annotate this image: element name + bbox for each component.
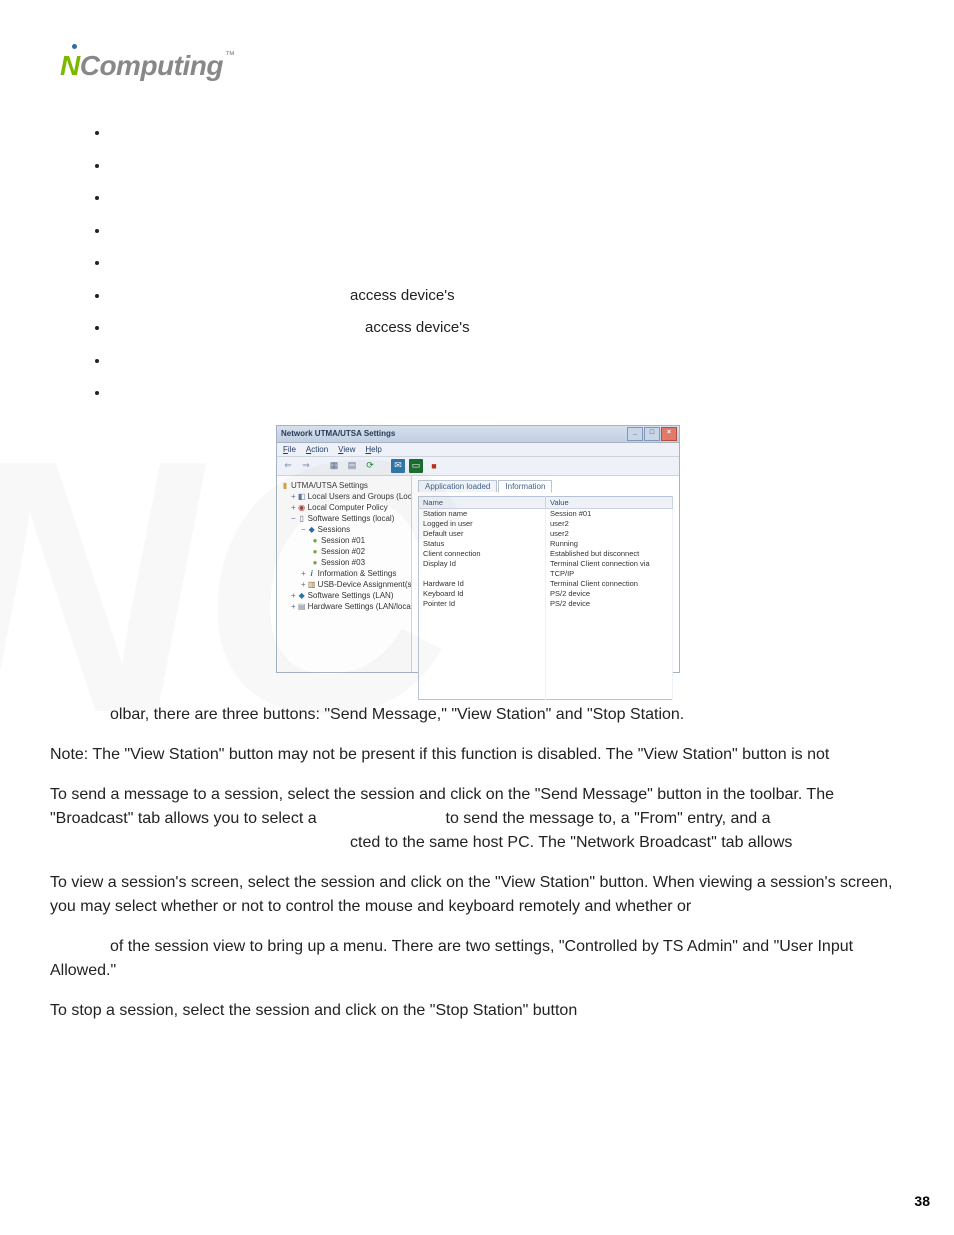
tree-root[interactable]: UTMA/UTSA Settings [291,481,368,490]
menu-view[interactable]: View [338,445,355,454]
brand-n: N [60,50,80,81]
window-title: Network UTMA/UTSA Settings [281,429,395,438]
tree-swlan[interactable]: Software Settings (LAN) [308,591,394,600]
tree-sess3[interactable]: Session #03 [321,558,365,567]
forward-icon[interactable]: ⇒ [299,459,313,473]
tree-info[interactable]: Information & Settings [318,569,397,578]
page-number: 38 [914,1193,930,1209]
maximize-button[interactable]: □ [644,427,660,441]
brand-rest: Computing [80,50,223,81]
hw-icon: ▤ [298,601,306,612]
row-name: Hardware Id [419,579,546,589]
brand-tm: ™ [225,50,235,61]
col-name: Name [419,496,546,508]
info-icon: i [308,568,316,579]
row-name: Keyboard Id [419,589,546,599]
session-icon: ● [311,557,319,568]
expand-icon[interactable]: + [291,492,296,501]
menu-action[interactable]: Action [306,445,328,454]
tab-app-loaded[interactable]: Application loaded [418,480,497,492]
para-note: Note: The "View Station" button may not … [50,743,904,767]
para-view-station: To view a session's screen, select the s… [50,871,904,919]
feature-bullets: access device's access device's [110,122,904,405]
menu-bar: File Action View Help [277,443,679,457]
tree-sess1[interactable]: Session #01 [321,536,365,545]
expand-icon[interactable]: + [301,569,306,578]
bullet-6: access device's [110,317,904,340]
doc-icon: ▯ [298,513,306,524]
policy-icon: ◉ [298,502,306,513]
session-icon: ● [311,535,319,546]
expand-icon[interactable]: + [291,503,296,512]
expand-icon[interactable]: + [301,580,306,589]
embedded-screenshot: Network UTMA/UTSA Settings _ □ × File Ac… [276,425,678,673]
back-icon[interactable]: ⇐ [281,459,295,473]
usb-icon: ▥ [308,579,316,590]
row-value: Terminal Client connection [546,579,673,589]
tree-policy[interactable]: Local Computer Policy [308,503,388,512]
group-icon: ◧ [298,491,306,502]
row-value: user2 [546,529,673,539]
bullet-1 [110,155,904,178]
col-value: Value [546,496,673,508]
menu-file[interactable]: File [283,445,296,454]
para-stop-station: To stop a session, select the session an… [50,999,904,1023]
nav-tree: ▮UTMA/UTSA Settings +◧Local Users and Gr… [277,476,412,672]
row-name: Status [419,539,546,549]
bullet-7 [110,350,904,373]
tree-users[interactable]: Local Users and Groups (Local) [308,492,412,501]
view-station-button[interactable]: ▭ [409,459,423,473]
toolbar-icon-1[interactable]: ▦ [327,459,341,473]
toolbar-icon-2[interactable]: ▤ [345,459,359,473]
tree-swset[interactable]: Software Settings (local) [308,514,395,523]
expand-icon[interactable]: + [291,602,296,611]
tree-sessions[interactable]: Sessions [318,525,350,534]
bullet-2 [110,187,904,210]
row-value: Session #01 [546,508,673,519]
close-button[interactable]: × [661,427,677,441]
row-value: PS/2 device [546,599,673,609]
minimize-button[interactable]: _ [627,427,643,441]
bullet-5: access device's [110,285,904,308]
row-value: PS/2 device [546,589,673,599]
window-titlebar: Network UTMA/UTSA Settings _ □ × [277,426,679,443]
para-session-view-menu: of the session view to bring up a menu. … [50,935,904,983]
send-message-button[interactable]: ✉ [391,459,405,473]
row-name: Default user [419,529,546,539]
body-text: olbar, there are three buttons: "Send Me… [50,703,904,1023]
brand-logo: NComputing™ [60,50,904,82]
row-value: Terminal Client connection via TCP/IP [546,559,673,579]
bullet-3 [110,220,904,243]
stop-station-button[interactable]: ■ [427,459,441,473]
bullet-8 [110,382,904,405]
row-name: Pointer Id [419,599,546,609]
session-icon: ● [311,546,319,557]
toolbar: ⇐ ⇒ ▦ ▤ ⟳ ✉ ▭ ■ [277,457,679,476]
expand-icon[interactable]: + [291,591,296,600]
row-value: user2 [546,519,673,529]
row-name: Logged in user [419,519,546,529]
tab-information[interactable]: Information [498,480,552,493]
bullet-0 [110,122,904,145]
refresh-icon[interactable]: ⟳ [363,459,377,473]
folder-icon: ▮ [281,480,289,491]
info-table: Name Value Station nameSession #01 Logge… [418,496,673,700]
para-send-message: To send a message to a session, select t… [50,783,904,855]
collapse-icon[interactable]: − [301,525,306,534]
tree-usb[interactable]: USB-Device Assignment(s) [318,580,412,589]
bullet-4 [110,252,904,275]
sw-icon: ◆ [298,590,306,601]
row-value: Established but disconnect [546,549,673,559]
row-name: Display Id [419,559,546,579]
row-name: Client connection [419,549,546,559]
menu-help[interactable]: Help [365,445,381,454]
row-name: Station name [419,508,546,519]
tree-sess2[interactable]: Session #02 [321,547,365,556]
collapse-icon[interactable]: − [291,514,296,523]
tree-hw[interactable]: Hardware Settings (LAN/local) [308,602,412,611]
para-toolbar-buttons: olbar, there are three buttons: "Send Me… [50,703,904,727]
sessions-icon: ◆ [308,524,316,535]
row-value: Running [546,539,673,549]
